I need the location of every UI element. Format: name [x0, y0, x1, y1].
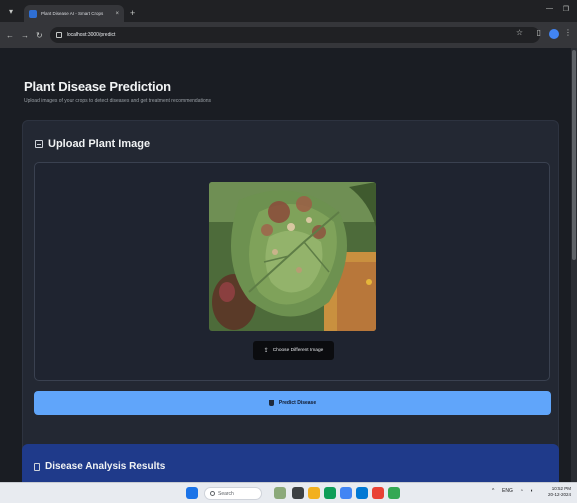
new-tab-icon[interactable]: + [130, 8, 135, 18]
upload-card-title-text: Upload Plant Image [48, 138, 151, 150]
bookmark-star-icon[interactable]: ☆ [516, 28, 523, 37]
start-menu-icon[interactable] [186, 487, 198, 499]
app-icon-2[interactable] [388, 487, 400, 499]
back-icon[interactable]: ← [6, 31, 14, 40]
taskbar-search-label: Search [218, 490, 234, 497]
results-card-title: Disease Analysis Results [34, 461, 165, 472]
choose-different-image-button[interactable]: ⇪ Choose Different Image [253, 341, 334, 360]
tab-close-icon[interactable]: × [115, 11, 119, 17]
browser-toolbar: ← → ↻ localhost:3000/predict ☆ ▯ ⋮ [0, 22, 577, 48]
site-info-icon[interactable] [55, 32, 62, 38]
store-icon[interactable] [324, 487, 336, 499]
predict-disease-button[interactable]: Predict Disease [34, 391, 551, 415]
volume-icon[interactable]: ◖ [530, 488, 533, 494]
upload-icon: ⇪ [263, 348, 269, 354]
task-view-icon[interactable] [292, 487, 304, 499]
clock-date: 20-12-2024 [547, 492, 571, 497]
tray-chevron-icon[interactable]: ^ [492, 488, 494, 494]
forward-icon[interactable]: → [21, 31, 29, 40]
file-explorer-icon[interactable] [308, 487, 320, 499]
tab-title: Plant Disease AI - Smart Crops [41, 11, 104, 16]
taskbar-search[interactable]: Search [204, 487, 262, 500]
profile-avatar[interactable] [549, 29, 559, 39]
minimize-icon[interactable]: — [546, 5, 553, 12]
reload-icon[interactable]: ↻ [36, 31, 43, 40]
tab-search-icon[interactable]: ▾ [4, 4, 18, 18]
scroll-thumb[interactable] [572, 50, 576, 260]
document-icon [34, 462, 40, 471]
chrome-icon[interactable] [340, 487, 352, 499]
page-content: Plant Disease Prediction Upload images o… [0, 48, 577, 482]
wifi-icon[interactable]: ◔ [520, 488, 523, 494]
upload-card: Upload Plant Image ⇪ Choose Different Im… [22, 120, 559, 472]
search-icon [210, 491, 215, 496]
app-icon-1[interactable] [372, 487, 384, 499]
language-indicator[interactable]: ENG [502, 488, 513, 494]
maximize-icon[interactable]: ❐ [563, 5, 569, 13]
results-card-title-text: Disease Analysis Results [45, 461, 166, 472]
edge-icon[interactable] [356, 487, 368, 499]
url-text: localhost:3000/predict [66, 32, 116, 38]
favicon-icon [29, 9, 37, 18]
page-title: Plant Disease Prediction [24, 79, 171, 94]
plant-leaf-preview [209, 182, 376, 331]
upload-card-title: Upload Plant Image [35, 138, 150, 150]
flask-icon [268, 400, 274, 406]
image-dropzone[interactable]: ⇪ Choose Different Image [34, 162, 550, 381]
os-taskbar: Search ^ ENG ◔ ◖ 10:52 PM 20-12-2024 [0, 482, 577, 503]
menu-icon[interactable]: ⋮ [564, 28, 572, 37]
predict-button-label: Predict Disease [278, 400, 317, 406]
page-scrollbar[interactable] [571, 48, 577, 482]
choose-button-label: Choose Different Image [272, 348, 324, 353]
address-bar[interactable]: localhost:3000/predict [49, 27, 540, 43]
browser-tab[interactable]: Plant Disease AI - Smart Crops × [24, 5, 124, 22]
downloads-icon[interactable]: ▯ [537, 28, 541, 37]
browser-tab-bar: ▾ Plant Disease AI - Smart Crops × + — ❐ [0, 0, 577, 22]
image-icon [35, 140, 43, 148]
page-subtitle: Upload images of your crops to detect di… [24, 98, 212, 104]
widgets-icon[interactable] [274, 487, 286, 499]
results-card: Disease Analysis Results [22, 444, 559, 482]
system-clock[interactable]: 10:52 PM 20-12-2024 [548, 486, 571, 498]
